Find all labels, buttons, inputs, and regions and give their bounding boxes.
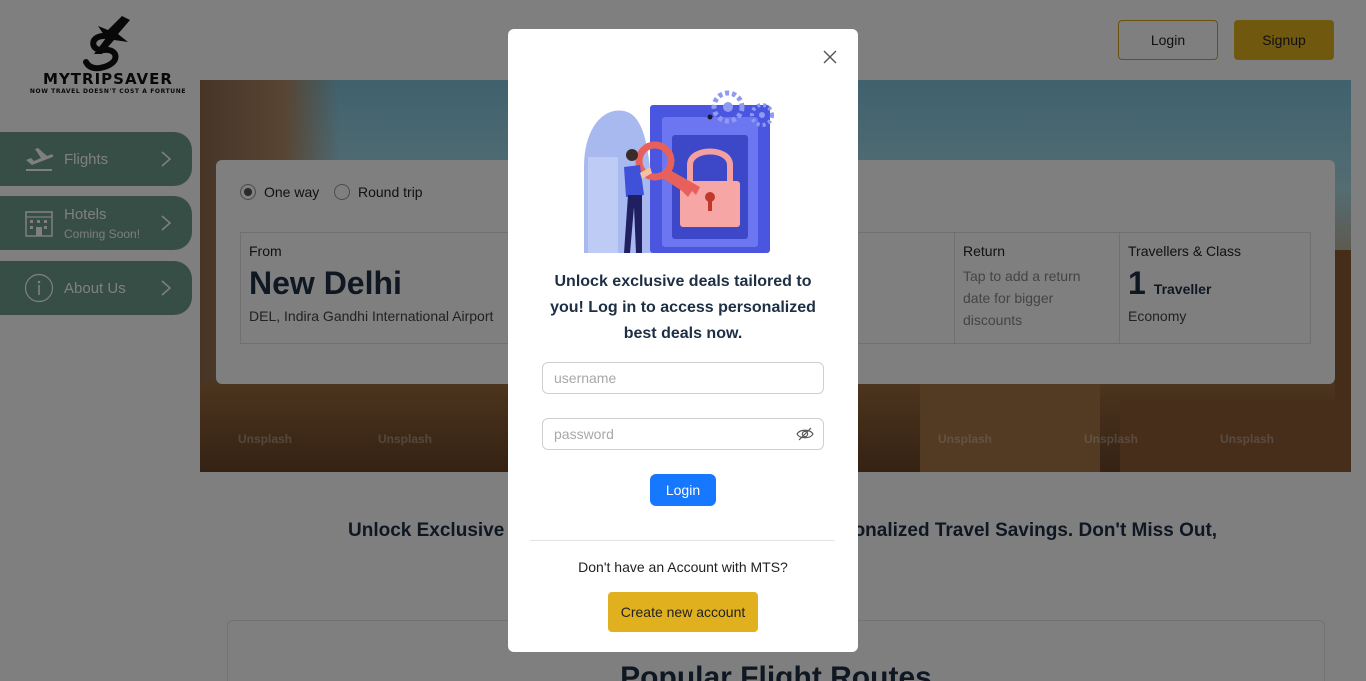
username-input[interactable] <box>542 362 824 394</box>
login-button[interactable]: Login <box>650 474 716 506</box>
create-account-button[interactable]: Create new account <box>608 592 758 632</box>
modal-heading: Unlock exclusive deals tailored to you! … <box>550 273 816 342</box>
divider <box>530 540 835 541</box>
eye-slash-icon[interactable] <box>796 426 814 442</box>
login-modal: Unlock exclusive deals tailored to you! … <box>508 29 858 652</box>
unlock-illustration <box>584 87 784 260</box>
signup-prompt: Don't have an Account with MTS? <box>578 559 788 575</box>
password-input[interactable] <box>542 418 824 450</box>
close-icon[interactable] <box>820 47 840 67</box>
